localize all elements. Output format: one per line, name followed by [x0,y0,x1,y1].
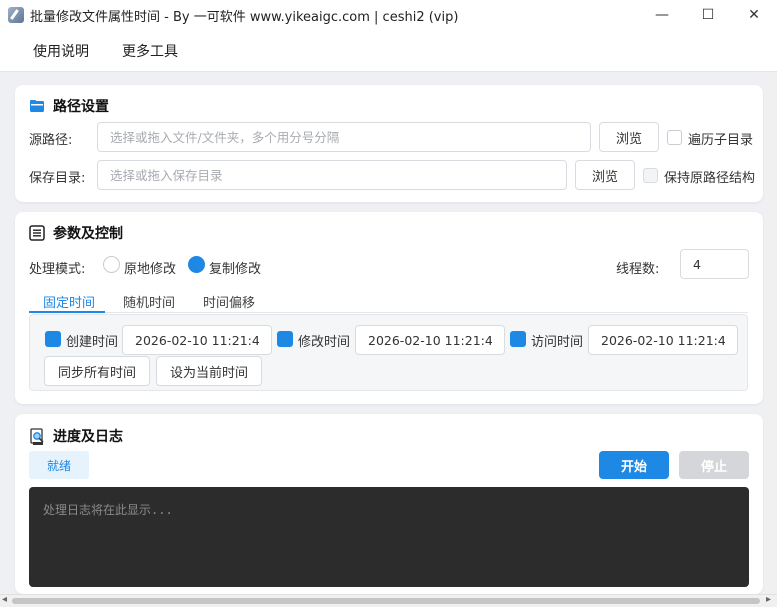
recurse-subdirs-checkbox[interactable] [667,130,682,145]
progress-header: 进度及日志 [29,426,123,446]
accessed-time-input[interactable] [588,325,738,355]
menu-item-usage[interactable]: 使用说明 [33,41,89,61]
recurse-subdirs-label: 遍历子目录 [688,133,754,148]
source-browse-button[interactable]: 浏览 [599,122,659,152]
list-icon [29,225,45,241]
mode-inplace-label: 原地修改 [124,262,177,277]
modified-time-label: 修改时间 [298,335,351,350]
save-dir-label: 保存目录: [29,171,86,186]
menu-item-more-tools[interactable]: 更多工具 [122,41,178,61]
accessed-time-checkbox[interactable] [510,331,526,347]
modified-time-checkbox[interactable] [277,331,293,347]
params-header: 参数及控制 [29,223,123,243]
scroll-right-icon[interactable]: ▸ [766,594,771,605]
app-icon [8,7,24,23]
window-title: 批量修改文件属性时间 - By 一可软件 www.yikeaigc.com | … [30,9,459,25]
source-path-input[interactable] [97,122,591,152]
fixed-time-panel: 创建时间 修改时间 访问时间 同步所有时间 设为当前时间 [29,314,748,391]
params-card: 参数及控制 处理模式: 原地修改 复制修改 线程数: 固定时间 随机时间 时间偏… [15,212,763,404]
start-button[interactable]: 开始 [599,451,669,479]
accessed-time-label: 访问时间 [531,335,584,350]
window-controls: — ☐ ✕ [639,0,777,30]
mode-copy-label: 复制修改 [209,262,262,277]
threads-label: 线程数: [616,262,660,277]
menu-bar: 使用说明 更多工具 [0,30,777,72]
title-bar: 批量修改文件属性时间 - By 一可软件 www.yikeaigc.com | … [0,0,777,30]
vertical-scrollbar[interactable] [764,72,777,594]
status-badge: 就绪 [29,451,89,479]
created-time-checkbox[interactable] [45,331,61,347]
save-dir-input[interactable] [97,160,567,190]
progress-card: 进度及日志 就绪 开始 停止 处理日志将在此显示... [15,414,763,594]
sync-all-times-button[interactable]: 同步所有时间 [44,356,150,386]
minimize-button[interactable]: — [639,0,685,30]
scroll-left-icon[interactable]: ◂ [2,594,7,605]
search-log-icon [29,428,45,445]
scrollbar-thumb[interactable] [12,598,760,604]
modified-time-input[interactable] [355,325,505,355]
source-path-label: 源路径: [29,133,73,148]
save-browse-button[interactable]: 浏览 [575,160,635,190]
params-title: 参数及控制 [53,226,123,242]
close-button[interactable]: ✕ [731,0,777,30]
stop-button[interactable]: 停止 [679,451,749,479]
log-output[interactable]: 处理日志将在此显示... [29,487,749,587]
progress-title: 进度及日志 [53,429,123,445]
mode-inplace-radio[interactable] [103,256,120,273]
tab-time-offset[interactable]: 时间偏移 [203,292,255,311]
created-time-input[interactable] [122,325,272,355]
folder-icon [29,98,45,114]
horizontal-scrollbar[interactable]: ◂ ▸ [0,594,777,607]
maximize-button[interactable]: ☐ [685,0,731,30]
path-settings-title: 路径设置 [53,99,109,115]
tab-random-time[interactable]: 随机时间 [123,292,175,311]
keep-structure-label: 保持原路径结构 [664,171,756,186]
path-settings-header: 路径设置 [29,96,109,116]
tab-fixed-time[interactable]: 固定时间 [43,292,95,311]
tab-divider [29,312,748,313]
created-time-label: 创建时间 [66,335,119,350]
mode-copy-radio[interactable] [188,256,205,273]
threads-input[interactable] [680,249,749,279]
set-current-time-button[interactable]: 设为当前时间 [156,356,262,386]
path-settings-card: 路径设置 源路径: 浏览 遍历子目录 保存目录: 浏览 保持原路径结构 [15,85,763,202]
keep-structure-checkbox[interactable] [643,168,658,183]
tab-active-indicator [29,311,105,313]
mode-label: 处理模式: [29,262,86,277]
